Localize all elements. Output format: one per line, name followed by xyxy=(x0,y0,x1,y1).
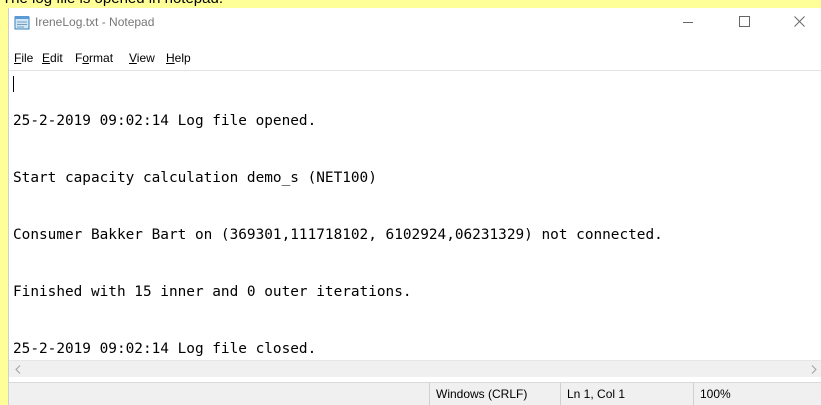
minimize-button[interactable] xyxy=(665,8,711,38)
close-icon xyxy=(793,14,805,32)
editor-line: Consumer Bakker Bart on (369301,11171810… xyxy=(13,227,663,243)
close-button[interactable] xyxy=(776,8,821,38)
text-caret xyxy=(13,76,14,92)
minimize-icon xyxy=(683,14,693,32)
window-title: IreneLog.txt - Notepad xyxy=(35,15,155,29)
editor-line: Start capacity calculation demo_s (NET10… xyxy=(13,170,377,186)
menu-view-mnemonic: V xyxy=(129,51,137,65)
menu-help[interactable]: Help xyxy=(166,51,191,65)
notepad-window: IreneLog.txt - Notepad File Edit Format … xyxy=(8,8,821,405)
scroll-right-icon xyxy=(811,361,817,379)
menu-view-rest: iew xyxy=(136,51,155,65)
editor-line: 25-2-2019 09:02:14 Log file closed. xyxy=(13,341,317,357)
menu-bar: File Edit Format View Help xyxy=(9,48,821,70)
title-bar: IreneLog.txt - Notepad xyxy=(9,8,821,38)
status-cursor-position: Ln 1, Col 1 xyxy=(560,383,693,405)
text-editor[interactable]: 25-2-2019 09:02:14 Log file opened. Star… xyxy=(9,70,821,360)
menu-edit-mnemonic: E xyxy=(42,51,51,65)
menu-view[interactable]: View xyxy=(129,51,155,65)
menu-format-rest: rmat xyxy=(89,51,114,65)
menu-file[interactable]: File xyxy=(14,51,33,65)
screenshot-caption: The log file is opened in notepad. xyxy=(0,0,821,8)
editor-content[interactable]: 25-2-2019 09:02:14 Log file opened. Star… xyxy=(13,74,803,397)
menu-edit-rest: dit xyxy=(50,51,63,65)
editor-line: Finished with 15 inner and 0 outer itera… xyxy=(13,284,412,300)
menu-edit[interactable]: Edit xyxy=(42,51,63,65)
menu-format[interactable]: Format xyxy=(75,51,113,65)
horizontal-scrollbar[interactable] xyxy=(9,360,821,377)
menu-help-rest: elp xyxy=(174,51,191,65)
scroll-left-button[interactable] xyxy=(9,361,26,378)
status-bar: Windows (CRLF) Ln 1, Col 1 100% xyxy=(9,382,821,405)
menu-help-mnemonic: H xyxy=(166,51,175,65)
status-line-ending: Windows (CRLF) xyxy=(429,383,555,405)
maximize-button[interactable] xyxy=(721,8,767,38)
menu-file-rest: ile xyxy=(21,51,34,65)
maximize-icon xyxy=(738,14,750,32)
scroll-left-icon xyxy=(14,361,21,379)
status-zoom: 100% xyxy=(693,383,821,405)
notepad-icon xyxy=(14,15,30,30)
scroll-right-button[interactable] xyxy=(805,361,821,378)
editor-line: 25-2-2019 09:02:14 Log file opened. xyxy=(13,113,317,129)
